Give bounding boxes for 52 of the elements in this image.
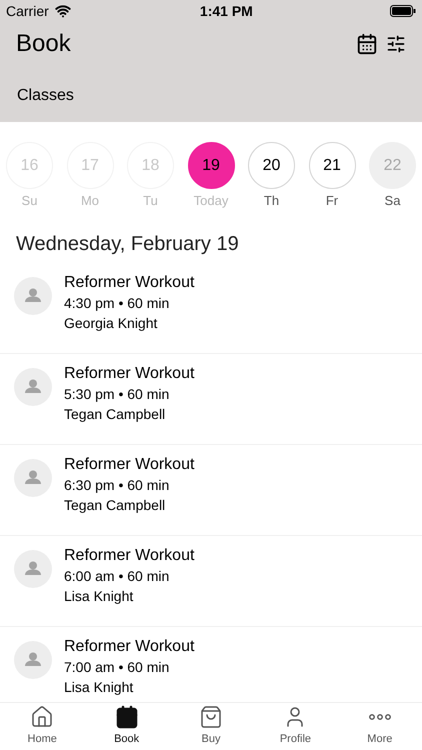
class-row[interactable]: Reformer Workout 6:30 pm • 60 min Tegan Campbell xyxy=(0,444,422,536)
class-name: Reformer Workout xyxy=(64,546,194,566)
filter-icon[interactable] xyxy=(386,34,406,54)
section-title: Classes xyxy=(16,86,75,106)
tab-item[interactable]: Profile xyxy=(253,703,338,750)
class-time: 7:00 am • 60 min xyxy=(64,658,170,676)
wifi-icon xyxy=(54,3,71,19)
day-label: Today xyxy=(194,192,228,210)
class-row[interactable]: Reformer Workout 4:30 pm • 60 min Georgia Knight xyxy=(0,262,422,354)
day-label: Tu xyxy=(143,192,158,210)
page-title: Book xyxy=(16,29,71,59)
day-label: Mo xyxy=(80,192,100,210)
bag-icon xyxy=(199,705,224,730)
avatar-icon xyxy=(14,550,52,588)
instructor-name: Georgia Knight xyxy=(64,314,158,332)
instructor-name: Tegan Campbell xyxy=(64,496,166,514)
class-name: Reformer Workout xyxy=(64,454,194,474)
avatar-icon xyxy=(14,276,52,314)
calendar-icon xyxy=(114,705,139,730)
calendar-icon[interactable] xyxy=(356,33,378,55)
day-label: Su xyxy=(22,192,38,210)
class-row[interactable]: Reformer Workout 6:00 am • 60 min Lisa Knight xyxy=(0,536,422,626)
avatar-icon xyxy=(14,640,52,678)
class-name: Reformer Workout xyxy=(64,636,194,656)
carrier-label: Carrier xyxy=(6,2,49,20)
instructor-name: Tegan Campbell xyxy=(64,404,166,424)
day-label: Sa xyxy=(384,192,400,210)
tab-item[interactable]: Buy xyxy=(168,703,254,750)
class-row[interactable]: Reformer Workout 5:30 pm • 60 min Tegan Campbell xyxy=(0,354,422,444)
date-heading: Wednesday, February 19 xyxy=(15,232,240,256)
class-time: 5:30 pm • 60 min xyxy=(64,384,170,404)
class-name: Reformer Workout xyxy=(64,272,194,292)
avatar-icon xyxy=(14,368,52,406)
battery-icon xyxy=(390,5,416,17)
day-button[interactable]: 19 xyxy=(188,142,234,189)
instructor-name: Lisa Knight xyxy=(64,586,134,606)
day-button[interactable]: 20 xyxy=(248,142,295,189)
class-time: 6:30 pm • 60 min xyxy=(64,476,170,494)
day-button[interactable]: 21 xyxy=(308,142,356,189)
avatar-icon xyxy=(14,458,52,496)
day-label: Th xyxy=(264,192,280,210)
instructor-name: Lisa Knight xyxy=(64,678,134,696)
clock-time: 1:41 PM xyxy=(200,2,253,20)
more-icon xyxy=(368,714,391,720)
home-icon xyxy=(30,705,54,730)
day-label: Fr xyxy=(326,192,338,210)
class-time: 6:00 am • 60 min xyxy=(64,566,170,586)
tab-item[interactable]: Book xyxy=(84,703,169,750)
class-time: 4:30 pm • 60 min xyxy=(64,294,170,312)
class-name: Reformer Workout xyxy=(64,364,194,384)
tab-item[interactable]: Home xyxy=(0,703,84,750)
tab-item[interactable]: More xyxy=(338,703,422,750)
